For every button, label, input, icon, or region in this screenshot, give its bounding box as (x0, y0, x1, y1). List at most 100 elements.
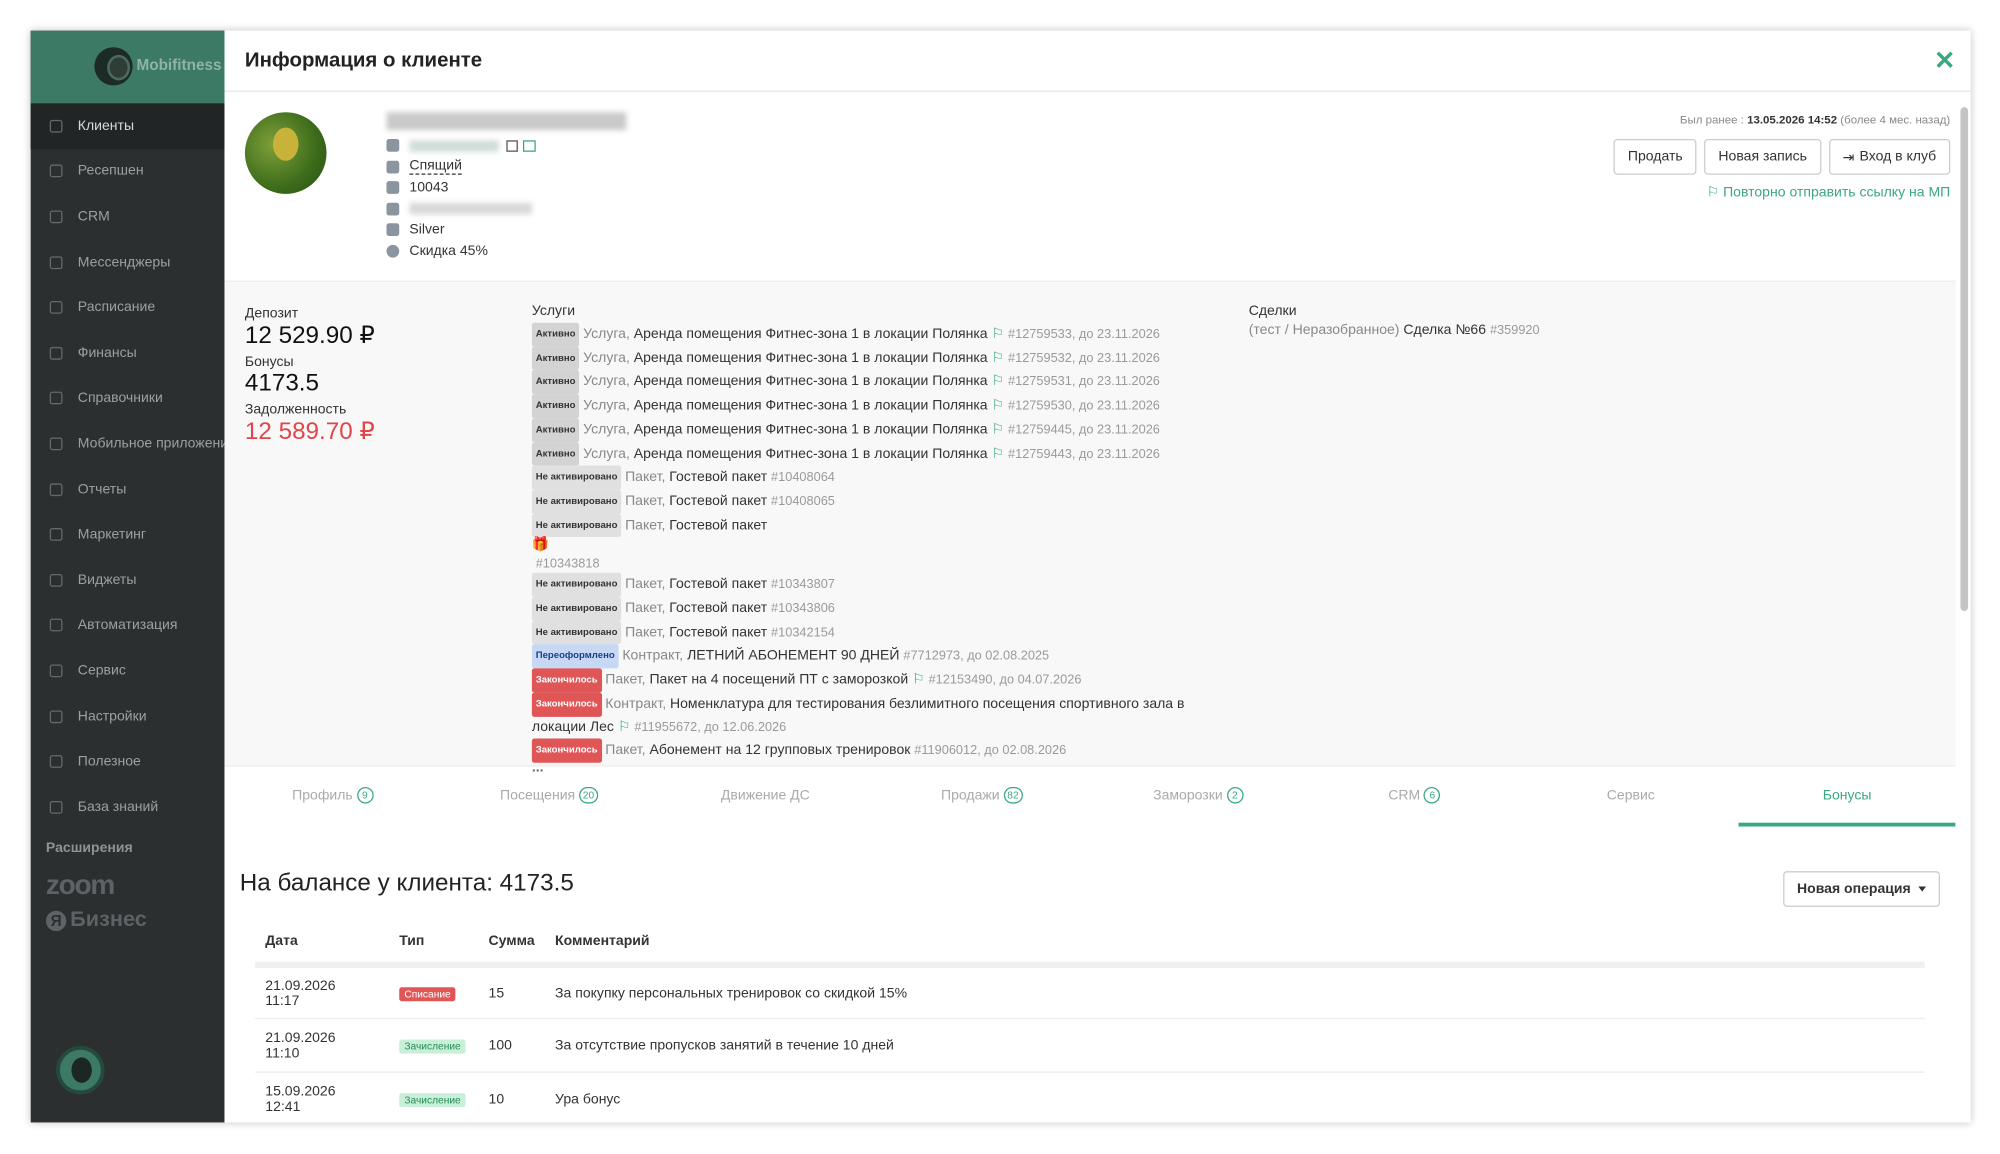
sidebar-item-label: Отчеты (77, 481, 127, 497)
new-operation-button[interactable]: Новая операция (1782, 871, 1941, 907)
sell-button[interactable]: Продать (1613, 139, 1697, 175)
service-row[interactable]: Активно Услуга, Аренда помещения Фитнес-з… (531, 322, 1221, 347)
resend-link[interactable]: ⚐ Повторно отправить ссылку на МП (1707, 184, 1951, 200)
table-row[interactable]: 21.09.2026 11:10 Зачисление 100 За отсутстви… (255, 1018, 1925, 1073)
flag-icon[interactable]: ⚐ (908, 672, 925, 687)
type-badge: Списание (399, 986, 456, 1001)
flag-icon[interactable]: ⚐ (988, 422, 1005, 437)
flag-icon[interactable]: ⚐ (988, 398, 1005, 413)
row-date: 21.09.2026 (265, 977, 336, 993)
tab-6[interactable]: CRM 6 (1306, 767, 1522, 827)
tab-count-badge: 82 (1003, 786, 1023, 804)
sidebar: Mobifitness Клиенты Ресепшен CRM Мессенджер… (30, 30, 225, 1123)
services-title: Услуги (531, 303, 576, 319)
sidebar-item[interactable]: Ресепшен (31, 149, 225, 194)
sidebar-item-label: Автоматизация (77, 617, 178, 634)
deal-item[interactable]: (тест / Неразобранное) Сделка №66 #35992… (1249, 323, 1540, 338)
tab-8[interactable]: Бонусы (1738, 767, 1956, 827)
tab-7[interactable]: Сервис (1523, 767, 1739, 827)
tab-count-badge: 20 (578, 786, 598, 804)
enter-club-button[interactable]: ⇥ Вход в клуб (1828, 139, 1951, 175)
zoom-extension-logo[interactable]: zoom (31, 865, 225, 903)
tab-3[interactable]: Движение ДС (657, 767, 873, 827)
client-modal: Информация о клиенте ✕ Спящий 10043 Silv… (224, 30, 1971, 1123)
service-row[interactable]: Не активировано Пакет, Гостевой пакет #10… (531, 596, 1221, 621)
client-name-blurred (386, 112, 627, 131)
flag-icon[interactable]: ⚐ (614, 719, 631, 734)
status-badge: Закончилось (531, 692, 602, 717)
service-row[interactable]: Активно Услуга, Аренда помещения Фитнес-з… (531, 418, 1221, 442)
service-row[interactable]: Не активировано Пакет, Гостевой пакет (531, 513, 1221, 538)
service-row[interactable]: Активно Услуга, Аренда помещения Фитнес-з… (531, 370, 1221, 395)
tab-count-badge: 2 (1226, 786, 1244, 804)
table-row[interactable]: 21.09.2026 11:17 Списание 15 За покупку перс… (255, 964, 1925, 1020)
service-row[interactable]: Переоформлено Контракт, ЛЕТНИЙ АБОНЕМЕНТ … (531, 644, 1221, 669)
flag-icon[interactable]: ⚐ (988, 350, 1005, 365)
service-row[interactable]: Закончилось Пакет, Пакет на 4 посещений П… (531, 668, 1221, 693)
service-meta: #11955672, до 12.06.2026 (634, 720, 787, 735)
sidebar-item[interactable]: Мессенджеры (31, 240, 225, 285)
client-avatar (244, 112, 327, 194)
user-avatar[interactable] (56, 1045, 105, 1095)
tag-icon (49, 573, 63, 587)
service-meta: #12759532, до 23.11.2026 (1008, 351, 1160, 366)
new-record-button[interactable]: Новая запись (1704, 139, 1821, 175)
yandex-business-extension-logo[interactable]: Я Бизнес (31, 904, 225, 935)
service-row[interactable]: Не активировано Пакет, Гостевой пакет #10… (531, 620, 1221, 645)
table-row[interactable]: 15.09.2026 12:41 Зачисление 10 Ура бонус (255, 1072, 1925, 1123)
sidebar-item[interactable]: CRM (31, 194, 225, 239)
sidebar-nav: Клиенты Ресепшен CRM Мессенджеры Расписание Ф… (30, 103, 225, 829)
flag-icon[interactable]: ⚐ (988, 446, 1005, 461)
sidebar-item-label: Расписание (77, 299, 156, 316)
client-actions: Продать Новая запись ⇥ Вход в клуб (1613, 139, 1951, 175)
discount-icon (386, 244, 400, 258)
sidebar-item[interactable]: Автоматизация (31, 603, 225, 648)
deposit-label: Депозит (244, 306, 299, 322)
client-status[interactable]: Спящий (409, 158, 462, 176)
comment-cell: За отсутствие пропусков занятий в течени… (544, 1018, 1925, 1073)
user-icon (386, 202, 400, 216)
tab-5[interactable]: Заморозки 2 (1090, 767, 1306, 827)
service-row[interactable]: Не активировано Пакет, Гостевой пакет #10… (531, 465, 1221, 490)
enter-club-label: Вход в клуб (1859, 149, 1937, 165)
sidebar-item[interactable]: Финансы (31, 330, 225, 375)
modal-title: Информация о клиенте (244, 49, 483, 71)
sidebar-item[interactable]: Расписание (31, 285, 225, 330)
type-cell: Зачисление (389, 1072, 479, 1123)
service-row[interactable]: Закончилось Пакет, Абонемент на 12 группо… (531, 738, 1221, 763)
sidebar-item[interactable]: Отчеты (31, 467, 225, 512)
sidebar-item[interactable]: Мобильное приложение (31, 421, 224, 466)
finance-block: Депозит 12 529.90 ₽ Бонусы 4173.5 Задолж… (245, 304, 375, 451)
message-icon[interactable] (522, 139, 536, 152)
flag-icon[interactable]: ⚐ (988, 327, 1005, 342)
tab-count-badge: 9 (356, 786, 374, 804)
service-row[interactable]: Закончилось Контракт, Номенклатура для те… (531, 692, 1221, 738)
sidebar-item[interactable]: Виджеты (31, 557, 225, 602)
service-row[interactable]: Не активировано Пакет, Гостевой пакет #10… (531, 489, 1221, 514)
app-window: Mobifitness Клиенты Ресепшен CRM Мессенджер… (30, 30, 1971, 1123)
sidebar-item[interactable]: Клиенты (30, 103, 225, 149)
sidebar-item-label: Финансы (77, 345, 137, 361)
sidebar-item[interactable]: База знаний (31, 784, 225, 829)
service-kind: Пакет, (625, 624, 666, 640)
tab-2[interactable]: Посещения 20 (441, 767, 657, 827)
tab-4[interactable]: Продажи 82 (874, 767, 1090, 827)
close-icon[interactable]: ✕ (1934, 45, 1955, 77)
service-row[interactable]: Активно Услуга, Аренда помещения Фитнес-з… (531, 441, 1221, 466)
sidebar-item[interactable]: Справочники (31, 376, 225, 421)
scrollbar[interactable] (1960, 107, 1969, 611)
flag-icon[interactable]: ⚐ (988, 374, 1005, 389)
sidebar-item[interactable]: Сервис (31, 648, 225, 693)
sidebar-item[interactable]: Полезное (31, 739, 225, 784)
sidebar-item-label: Маркетинг (77, 526, 147, 543)
tab-1[interactable]: Профиль 9 (224, 767, 440, 827)
sidebar-item[interactable]: Маркетинг (31, 512, 225, 557)
user-icon (386, 160, 400, 174)
service-row[interactable]: Не активировано Пакет, Гостевой пакет #10… (531, 573, 1221, 597)
service-row[interactable]: Активно Услуга, Аренда помещения Фитнес-з… (531, 346, 1221, 371)
client-level-row: Silver (386, 219, 641, 240)
copy-icon[interactable] (506, 139, 518, 152)
service-row[interactable]: Активно Услуга, Аренда помещения Фитнес-з… (531, 394, 1221, 419)
sidebar-item[interactable]: Настройки (31, 694, 225, 739)
logo-bar[interactable]: Mobifitness (30, 30, 225, 104)
